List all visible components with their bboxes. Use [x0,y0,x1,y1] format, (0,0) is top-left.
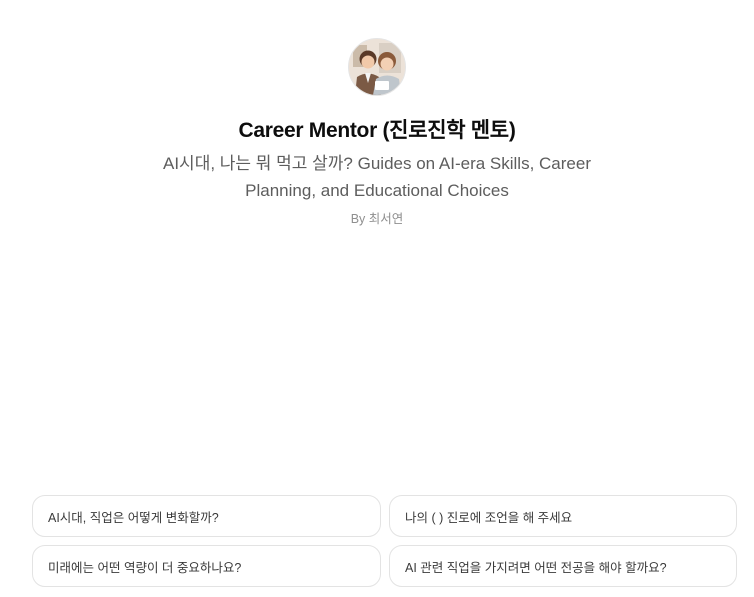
starter-button[interactable]: AI시대, 직업은 어떻게 변화할까? [32,495,381,537]
gpt-avatar [348,38,406,96]
gpt-title: Career Mentor (진로진학 멘토) [238,119,516,142]
mentor-illustration-icon [349,39,405,95]
starter-button[interactable]: 나의 ( ) 진로에 조언을 해 주세요 [389,495,737,537]
gpt-description: AI시대, 나는 뭐 먹고 살까? Guides on AI-era Skill… [163,154,591,200]
starter-button[interactable]: 미래에는 어떤 역량이 더 중요하나요? [32,545,381,587]
starter-button[interactable]: AI 관련 직업을 가지려면 어떤 전공을 해야 할까요? [389,545,737,587]
gpt-author: By 최서연 [350,212,404,226]
conversation-starters: AI시대, 직업은 어떻게 변화할까? 나의 ( ) 진로에 조언을 해 주세요… [32,495,737,587]
gpt-header: Career Mentor (진로진학 멘토) AI시대, 나는 뭐 먹고 살까… [0,38,754,227]
